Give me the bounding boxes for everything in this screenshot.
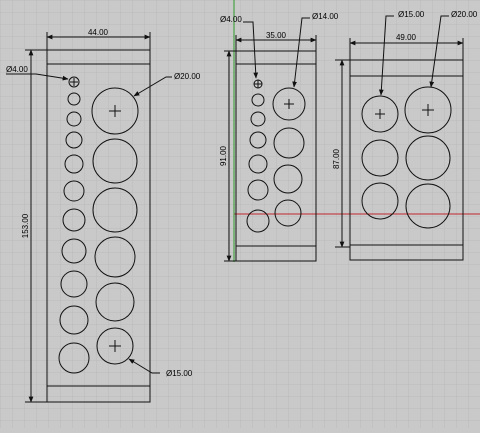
- middle-large-hole-callout[interactable]: Ø14.00: [312, 12, 339, 21]
- cad-viewport[interactable]: 44.00 153.00 Ø4.00 Ø20.00 Ø15.00 35.00 9…: [0, 0, 480, 428]
- left-width-dim-label[interactable]: 44.00: [88, 28, 109, 37]
- right-right-hole-callout[interactable]: Ø20.00: [451, 10, 478, 19]
- right-width-dim-label[interactable]: 49.00: [396, 33, 417, 42]
- right-height-dim-label[interactable]: 87.00: [332, 148, 341, 169]
- middle-width-dim-label[interactable]: 35.00: [266, 31, 287, 40]
- left-small-hole-callout[interactable]: Ø4.00: [6, 65, 28, 74]
- drawing-canvas[interactable]: 44.00 153.00 Ø4.00 Ø20.00 Ø15.00 35.00 9…: [0, 0, 480, 428]
- left-height-dim-label[interactable]: 153.00: [21, 213, 30, 238]
- middle-small-hole-callout[interactable]: Ø4.00: [220, 15, 242, 24]
- right-left-hole-callout[interactable]: Ø15.00: [398, 10, 425, 19]
- middle-height-dim-label[interactable]: 91.00: [219, 145, 228, 166]
- left-bottom-hole-callout[interactable]: Ø15.00: [166, 369, 193, 378]
- left-large-hole-callout[interactable]: Ø20.00: [174, 72, 201, 81]
